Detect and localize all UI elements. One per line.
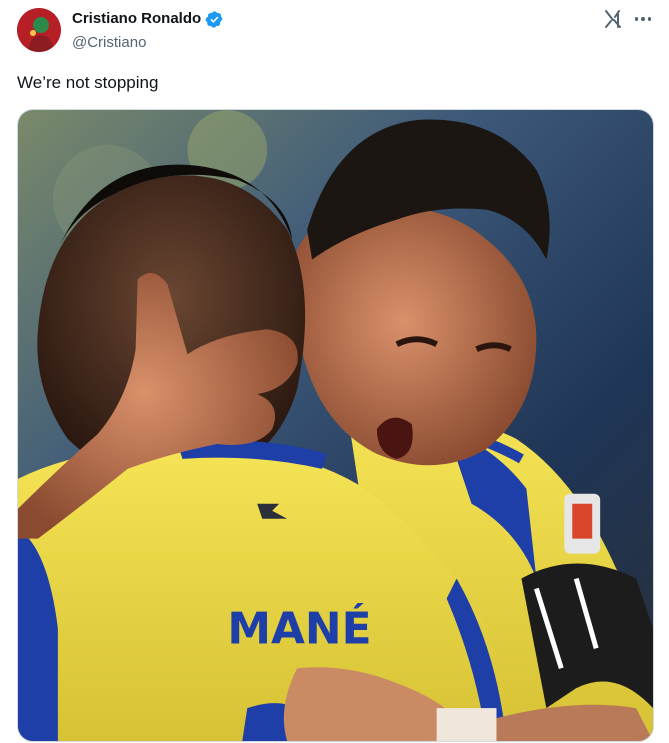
- profile-avatar-icon: [17, 8, 61, 52]
- more-options-icon[interactable]: [632, 8, 654, 30]
- verified-badge-icon[interactable]: [205, 10, 224, 29]
- display-name[interactable]: Cristiano Ronaldo: [72, 9, 201, 29]
- avatar[interactable]: [17, 8, 61, 52]
- grok-icon[interactable]: [602, 8, 624, 30]
- author-handle[interactable]: @Cristiano: [72, 33, 146, 53]
- photo-two-players-embracing-icon: MANÉ: [18, 110, 653, 741]
- tweet-text: We’re not stopping: [17, 73, 159, 92]
- jersey-name-text: MANÉ: [227, 601, 371, 654]
- author-name-row: Cristiano Ronaldo: [72, 9, 224, 29]
- tweet-photo[interactable]: MANÉ: [17, 109, 654, 742]
